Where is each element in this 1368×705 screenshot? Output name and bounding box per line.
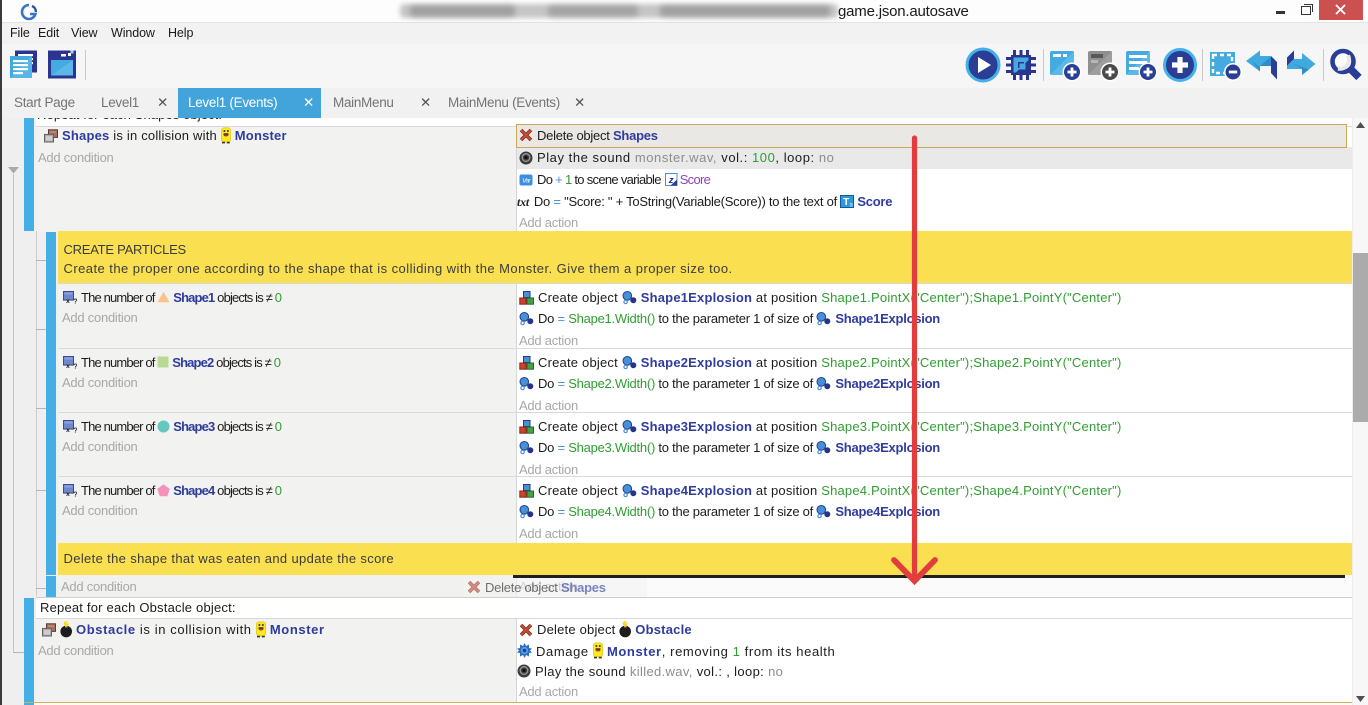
svg-text:T: T [843, 197, 849, 208]
svg-text:?: ? [73, 426, 77, 433]
svg-text:?: ? [73, 490, 77, 497]
svg-text:?: ? [73, 297, 77, 304]
svg-text:?: ? [73, 362, 77, 369]
